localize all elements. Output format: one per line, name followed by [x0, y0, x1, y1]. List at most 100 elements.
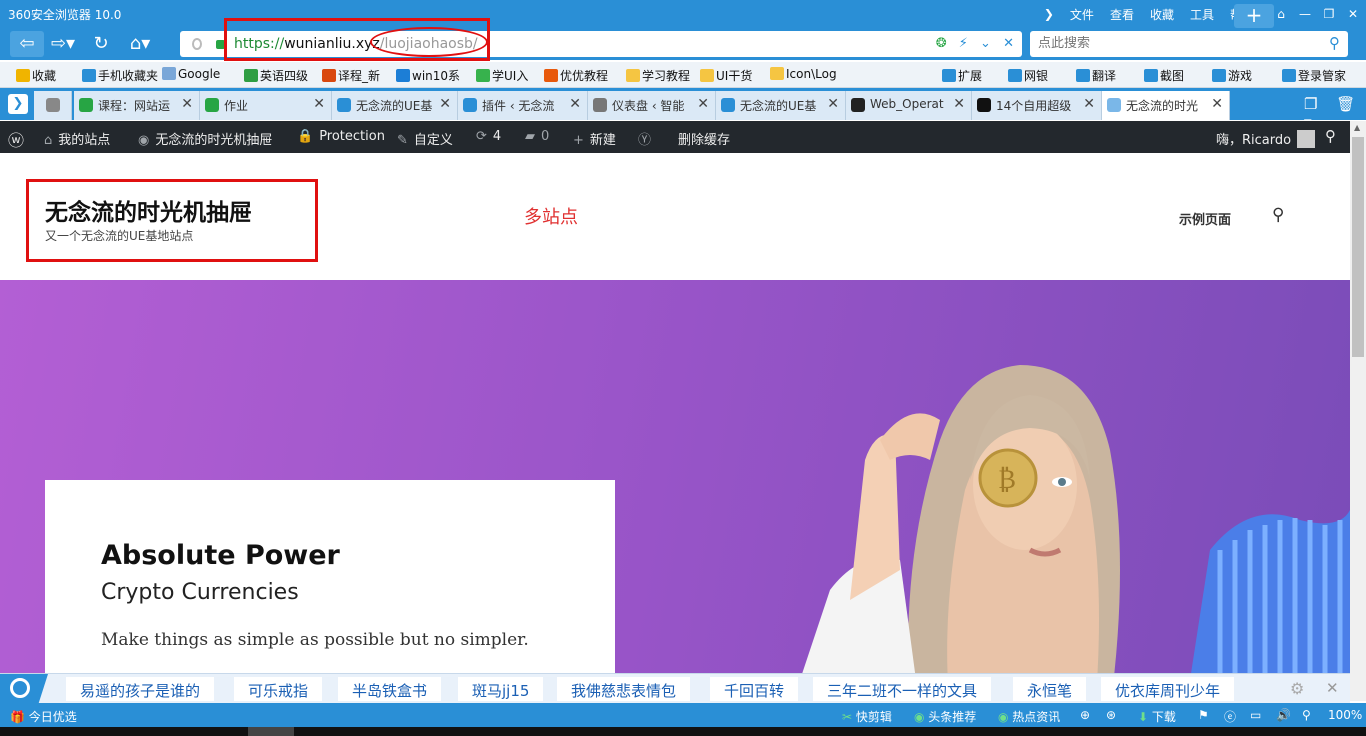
menu-view[interactable]: 查看: [1110, 6, 1134, 23]
tab-8[interactable]: 无念流的时光 ✕: [1102, 91, 1230, 120]
zoom-level[interactable]: 100%: [1328, 708, 1362, 722]
status-download[interactable]: ⬇ 下载: [1138, 708, 1176, 725]
tab-6[interactable]: Web_Operat ✕: [846, 91, 972, 120]
bookmark-9[interactable]: UI干货: [700, 67, 752, 84]
close-tab-icon[interactable]: ✕: [569, 96, 581, 112]
new-content-menu[interactable]: + 新建: [573, 129, 616, 148]
wordpress-logo-icon[interactable]: ⓦ: [8, 127, 24, 151]
clear-url-icon[interactable]: ✕: [1003, 36, 1014, 51]
menu-tools[interactable]: 工具: [1190, 6, 1214, 23]
toolbar-translate[interactable]: 翻译: [1076, 67, 1116, 84]
close-tab-icon[interactable]: ✕: [181, 96, 193, 112]
close-icon[interactable]: ✕: [1326, 679, 1339, 697]
search-box[interactable]: ⚲: [1030, 31, 1348, 57]
close-tab-icon[interactable]: ✕: [1083, 96, 1095, 112]
bookmark-3[interactable]: 英语四级: [244, 67, 308, 84]
new-tab-button[interactable]: +: [1234, 4, 1274, 28]
status-quick-clip[interactable]: ✂ 快剪辑: [842, 708, 892, 725]
scroll-up-icon[interactable]: ▲: [1354, 123, 1360, 132]
admin-search-icon[interactable]: ⚲: [1325, 127, 1336, 145]
lightning-icon[interactable]: ⚡: [959, 36, 968, 51]
tab-4[interactable]: 仪表盘 ‹ 智能 ✕: [588, 91, 716, 120]
reload-button[interactable]: ↻: [86, 31, 116, 57]
volume-icon[interactable]: 🔊: [1276, 708, 1291, 722]
close-tab-icon[interactable]: ✕: [1211, 96, 1223, 112]
hot-word-link[interactable]: 三年二班不一样的文具: [813, 677, 992, 701]
bookmark-5[interactable]: win10系: [396, 67, 460, 84]
close-tab-icon[interactable]: ✕: [953, 96, 965, 112]
header-search-icon[interactable]: ⚲: [1272, 205, 1284, 225]
zoom-icon[interactable]: ⚲: [1302, 708, 1311, 722]
tab-phone[interactable]: [34, 91, 72, 120]
chevron-right-icon[interactable]: ❯: [1044, 7, 1054, 21]
bookmark-7[interactable]: 优优教程: [544, 67, 608, 84]
hot-word-link[interactable]: 半岛铁盒书: [338, 677, 442, 701]
status-add-icon[interactable]: ⊕: [1080, 708, 1090, 722]
hot-word-link[interactable]: 永恒笔: [1013, 677, 1087, 701]
account-menu[interactable]: 嗨，Ricardo: [1216, 129, 1316, 148]
tab-7[interactable]: 14个自用超级 ✕: [972, 91, 1102, 120]
toolbar-key[interactable]: 登录管家: [1282, 67, 1346, 84]
forward-button[interactable]: ⇨▾: [46, 31, 80, 57]
minimize-button[interactable]: —: [1294, 7, 1316, 21]
home-button[interactable]: ⌂▾: [120, 31, 160, 57]
taskbar-item[interactable]: [248, 727, 294, 736]
tab-2[interactable]: 无念流的UE基 ✕: [332, 91, 458, 120]
tab-0[interactable]: 课程：网站运 ✕: [74, 91, 200, 120]
status-hot-news[interactable]: ◉ 热点资讯: [998, 708, 1060, 725]
bookmark-10[interactable]: Icon\Log: [770, 67, 837, 81]
close-tab-icon[interactable]: ✕: [439, 96, 451, 112]
toolbar-gamepad[interactable]: 游戏: [1212, 67, 1252, 84]
ie-icon[interactable]: ⓔ: [1224, 708, 1236, 725]
customize-menu[interactable]: ✎ 自定义: [397, 129, 453, 148]
site-name-menu[interactable]: ◉ 无念流的时光机抽屉: [138, 129, 272, 148]
bookmark-0[interactable]: 收藏: [16, 67, 56, 84]
purge-cache-menu[interactable]: 删除缓存: [678, 129, 730, 148]
hot-word-link[interactable]: 我佛慈悲表情包: [557, 677, 691, 701]
hot-word-link[interactable]: 可乐戒指: [234, 677, 323, 701]
scrollbar-thumb[interactable]: [1352, 137, 1364, 357]
restore-tab-icon[interactable]: ❐: [1304, 95, 1317, 113]
toolbar-shield[interactable]: 网银: [1008, 67, 1048, 84]
hot-word-link[interactable]: 斑马jj15: [458, 677, 544, 701]
flag-icon[interactable]: ⚑: [1198, 708, 1209, 722]
chevron-down-icon[interactable]: ⌄: [980, 36, 991, 51]
page-scrollbar[interactable]: ▲: [1350, 121, 1366, 701]
close-tab-icon[interactable]: ✕: [697, 96, 709, 112]
search-icon[interactable]: ⚲: [1329, 34, 1340, 52]
bookmark-6[interactable]: 学UI入: [476, 67, 528, 84]
window-icon[interactable]: ▭: [1250, 708, 1261, 722]
hot-word-link[interactable]: 易遥的孩子是谁的: [66, 677, 215, 701]
refresh-green-icon[interactable]: ❂: [936, 36, 947, 51]
nav-sample-page[interactable]: 示例页面: [1179, 209, 1231, 228]
bookmark-8[interactable]: 学习教程: [626, 67, 690, 84]
tab-3[interactable]: 插件 ‹ 无念流 ✕: [458, 91, 588, 120]
search-input[interactable]: [1038, 36, 1308, 51]
hot-word-link[interactable]: 优衣库周刊少年: [1101, 677, 1235, 701]
menu-favorites[interactable]: 收藏: [1150, 6, 1174, 23]
my-sites-menu[interactable]: ⌂ 我的站点: [44, 129, 110, 148]
updates-menu[interactable]: ⟳ 4: [476, 129, 501, 144]
back-button[interactable]: ⇦: [10, 31, 44, 57]
status-security-icon[interactable]: ⊛: [1106, 708, 1116, 722]
gear-icon[interactable]: ⚙: [1290, 679, 1304, 698]
hot-word-link[interactable]: 千回百转: [710, 677, 799, 701]
close-tab-icon[interactable]: ✕: [313, 96, 325, 112]
menu-file[interactable]: 文件: [1070, 6, 1094, 23]
close-tab-icon[interactable]: ✕: [827, 96, 839, 112]
trash-icon[interactable]: 🗑: [1336, 95, 1355, 113]
yoast-seo-icon[interactable]: Ⓨ: [638, 129, 651, 148]
bookmark-4[interactable]: 译程_新: [322, 67, 380, 84]
close-window-button[interactable]: ✕: [1342, 7, 1364, 21]
protection-menu[interactable]: 🔒 Protection: [297, 129, 385, 144]
search-logo-icon[interactable]: [0, 674, 48, 704]
bookmark-1[interactable]: 手机收藏夹: [82, 67, 158, 84]
bookmark-2[interactable]: Google: [162, 67, 220, 81]
toolbar-grid[interactable]: 扩展: [942, 67, 982, 84]
tab-1[interactable]: 作业 ✕: [200, 91, 332, 120]
sidebar-toggle-icon[interactable]: ❯: [8, 94, 28, 114]
toolbar-scissors[interactable]: 截图: [1144, 67, 1184, 84]
status-headlines[interactable]: ◉ 头条推荐: [914, 708, 976, 725]
comments-menu[interactable]: ▰ 0: [525, 129, 549, 144]
tab-5[interactable]: 无念流的UE基 ✕: [716, 91, 846, 120]
